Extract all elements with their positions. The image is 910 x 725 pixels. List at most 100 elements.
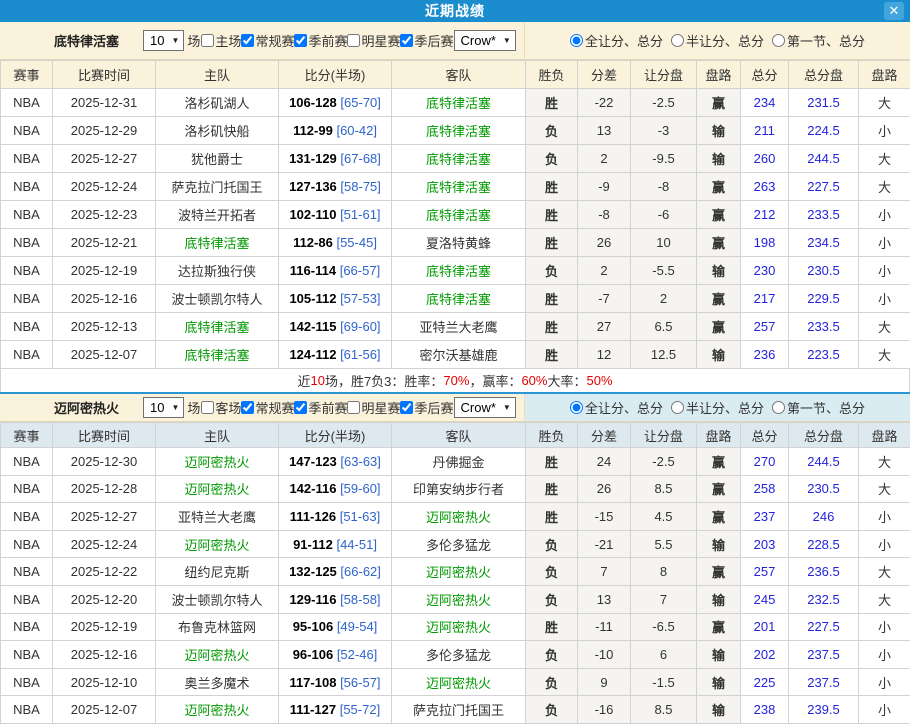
filter-checkbox-客场[interactable]: 客场 [201, 398, 241, 417]
checkbox-input[interactable] [201, 34, 214, 47]
checkbox-input[interactable] [241, 401, 254, 414]
close-button[interactable]: ✕ [884, 2, 904, 20]
table-row: NBA2025-12-24萨克拉门托国王127-136 [58-75]底特律活塞… [1, 173, 910, 201]
half-score: [63-63] [340, 454, 380, 469]
bookmaker-select[interactable]: Crow* ▼ [454, 30, 516, 51]
radio-input[interactable] [671, 34, 684, 47]
score-cell: 124-112 [61-56] [279, 341, 392, 369]
radio-label: 第一节、总分 [787, 31, 865, 50]
table-row: NBA2025-12-31洛杉矶湖人106-128 [65-70]底特律活塞胜-… [1, 89, 910, 117]
score-value: 112-86 [293, 235, 333, 250]
checkbox-input[interactable] [400, 34, 413, 47]
league-cell: NBA [1, 503, 53, 531]
margin-cell: -10 [578, 641, 631, 669]
radio-label: 全让分、总分 [585, 398, 663, 417]
score-cell: 127-136 [58-75] [279, 173, 392, 201]
score-cell: 132-125 [66-62] [279, 558, 392, 586]
period-radio-option[interactable]: 半让分、总分 [671, 398, 764, 417]
home-team-cell: 波士顿凯尔特人 [156, 285, 279, 313]
total-points-cell: 263 [741, 173, 789, 201]
score-cell: 102-110 [51-61] [279, 201, 392, 229]
filter-checkbox-主场[interactable]: 主场 [201, 31, 241, 50]
table-row: NBA2025-12-13底特律活塞142-115 [69-60]亚特兰大老鹰胜… [1, 313, 910, 341]
filter-checkbox-常规赛[interactable]: 常规赛 [241, 31, 294, 50]
checkbox-input[interactable] [294, 34, 307, 47]
result-cell: 胜 [526, 229, 578, 257]
handicap-result-cell: 赢 [697, 503, 741, 531]
filter-checkbox-明星赛[interactable]: 明星赛 [347, 31, 400, 50]
handicap-result-cell: 赢 [697, 285, 741, 313]
over-under-cell: 大 [859, 173, 910, 201]
league-cell: NBA [1, 117, 53, 145]
radio-input[interactable] [570, 34, 583, 47]
result-cell: 胜 [526, 201, 578, 229]
checkbox-input[interactable] [294, 401, 307, 414]
total-line-cell: 227.5 [789, 613, 859, 641]
over-under-cell: 大 [859, 145, 910, 173]
over-under-cell: 大 [859, 313, 910, 341]
score-value: 111-126 [290, 509, 336, 524]
league-cell: NBA [1, 285, 53, 313]
filter-checkbox-常规赛[interactable]: 常规赛 [241, 398, 294, 417]
home-team-cell: 犹他爵士 [156, 145, 279, 173]
chevron-down-icon: ▼ [171, 403, 179, 412]
filter-checkbox-季前赛[interactable]: 季前赛 [294, 31, 347, 50]
over-under-cell: 小 [859, 696, 910, 724]
radio-input[interactable] [570, 401, 583, 414]
total-line-cell: 236.5 [789, 558, 859, 586]
result-cell: 胜 [526, 448, 578, 476]
radio-input[interactable] [671, 401, 684, 414]
summary-row: 近 10 场，胜7负3：胜率：70%，赢率：60% 大率：50% [0, 369, 910, 392]
away-team-cell: 底特律活塞 [392, 145, 526, 173]
margin-cell: 2 [578, 257, 631, 285]
handicap-result-cell: 输 [697, 585, 741, 613]
league-cell: NBA [1, 530, 53, 558]
score-cell: 112-99 [60-42] [279, 117, 392, 145]
filter-bar: 迈阿密热火 10 ▼ 场 客场常规赛季前赛明星赛季后赛 Crow* ▼ 全让分、… [0, 392, 910, 422]
date-cell: 2025-12-22 [53, 558, 156, 586]
total-line-cell: 223.5 [789, 341, 859, 369]
over-under-cell: 小 [859, 530, 910, 558]
checkbox-input[interactable] [347, 401, 360, 414]
home-team-cell: 波士顿凯尔特人 [156, 585, 279, 613]
half-score: [58-58] [340, 592, 380, 607]
column-header: 盘路 [697, 61, 741, 89]
games-count-select[interactable]: 10 ▼ [143, 397, 184, 418]
column-header: 总分盘 [789, 423, 859, 448]
score-cell: 95-106 [49-54] [279, 613, 392, 641]
filter-checkbox-季后赛[interactable]: 季后赛 [400, 398, 453, 417]
radio-input[interactable] [772, 34, 785, 47]
date-cell: 2025-12-16 [53, 641, 156, 669]
period-radio-option[interactable]: 半让分、总分 [671, 31, 764, 50]
column-header: 盘路 [697, 423, 741, 448]
filter-checkbox-季后赛[interactable]: 季后赛 [400, 31, 453, 50]
table-row: NBA2025-12-16波士顿凯尔特人105-112 [57-53]底特律活塞… [1, 285, 910, 313]
checkbox-label: 明星赛 [361, 31, 400, 50]
margin-cell: 2 [578, 145, 631, 173]
total-points-cell: 198 [741, 229, 789, 257]
games-count-select[interactable]: 10 ▼ [143, 30, 184, 51]
period-radio-option[interactable]: 全让分、总分 [570, 398, 663, 417]
date-cell: 2025-12-30 [53, 448, 156, 476]
filter-checkbox-明星赛[interactable]: 明星赛 [347, 398, 400, 417]
over-under-cell: 小 [859, 285, 910, 313]
table-row: NBA2025-12-30迈阿密热火147-123 [63-63]丹佛掘金胜24… [1, 448, 910, 476]
filter-checkbox-季前赛[interactable]: 季前赛 [294, 398, 347, 417]
period-radio-option[interactable]: 全让分、总分 [570, 31, 663, 50]
period-radio-option[interactable]: 第一节、总分 [772, 398, 865, 417]
bookmaker-select[interactable]: Crow* ▼ [454, 397, 516, 418]
handicap-result-cell: 赢 [697, 475, 741, 503]
away-team-cell: 底特律活塞 [392, 257, 526, 285]
away-team-cell: 底特律活塞 [392, 201, 526, 229]
handicap-result-cell: 赢 [697, 558, 741, 586]
radio-input[interactable] [772, 401, 785, 414]
total-line-cell: 230.5 [789, 257, 859, 285]
home-team-cell: 迈阿密热火 [156, 696, 279, 724]
checkbox-input[interactable] [347, 34, 360, 47]
checkbox-input[interactable] [400, 401, 413, 414]
column-header: 总分 [741, 423, 789, 448]
checkbox-input[interactable] [241, 34, 254, 47]
period-radio-option[interactable]: 第一节、总分 [772, 31, 865, 50]
total-line-cell: 246 [789, 503, 859, 531]
checkbox-input[interactable] [201, 401, 214, 414]
